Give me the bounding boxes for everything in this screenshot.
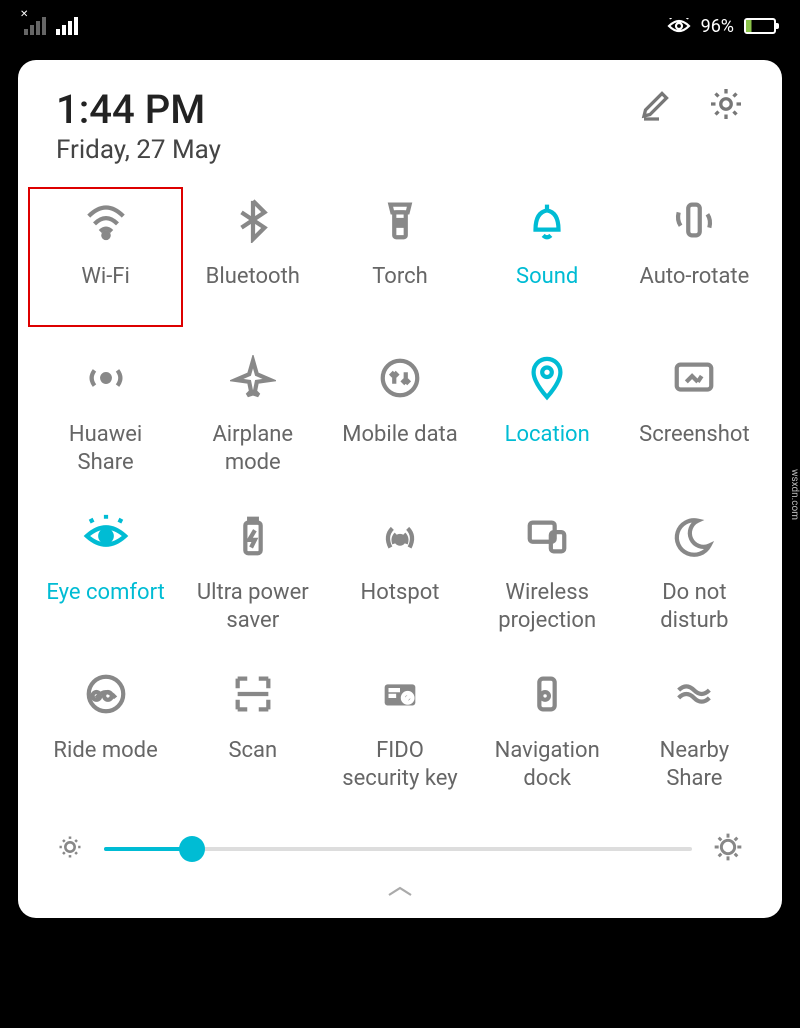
tile-screenshot[interactable]: Screenshot xyxy=(621,353,768,477)
status-bar: ✕ 96% xyxy=(0,0,800,52)
tile-moon[interactable]: Do not disturb xyxy=(621,511,768,635)
tile-fido[interactable]: FIDO security key xyxy=(326,669,473,793)
tile-label: Screenshot xyxy=(639,421,750,477)
tile-label: Navigation dock xyxy=(495,737,600,793)
brightness-row xyxy=(28,811,772,873)
navdock-icon xyxy=(522,669,572,719)
nearby-icon xyxy=(669,669,719,719)
tile-hotspot[interactable]: Hotspot xyxy=(326,511,473,635)
tile-label: Mobile data xyxy=(342,421,457,477)
clock-time: 1:44 PM xyxy=(56,86,221,133)
battery-saver-icon xyxy=(228,511,278,561)
tiles-grid: Wi-Fi Bluetooth Torch Sound Auto-rotate Huawe… xyxy=(28,183,772,811)
hotspot-icon xyxy=(375,511,425,561)
tile-label: Huawei Share xyxy=(69,421,142,477)
tile-label: FIDO security key xyxy=(342,737,457,793)
tile-label: Wireless projection xyxy=(498,579,596,635)
tile-label: Nearby Share xyxy=(660,737,729,793)
tile-label: Ultra power saver xyxy=(197,579,309,635)
tile-nearby[interactable]: Nearby Share xyxy=(621,669,768,793)
tile-bluetooth[interactable]: Bluetooth xyxy=(179,195,326,319)
eye-icon xyxy=(81,511,131,561)
panel-header: 1:44 PM Friday, 27 May xyxy=(28,86,772,183)
rotate-icon xyxy=(669,195,719,245)
tile-label: Sound xyxy=(516,263,578,319)
edit-button[interactable] xyxy=(638,86,674,126)
settings-button[interactable] xyxy=(708,86,744,126)
torch-icon xyxy=(375,195,425,245)
tile-label: Bluetooth xyxy=(206,263,300,319)
screenshot-icon xyxy=(669,353,719,403)
signal-sim2-icon xyxy=(56,17,78,35)
tile-mobile-data[interactable]: Mobile data xyxy=(326,353,473,477)
tile-label: Eye comfort xyxy=(46,579,164,635)
ride-icon xyxy=(81,669,131,719)
tile-share-radar[interactable]: Huawei Share xyxy=(32,353,179,477)
status-right: 96% xyxy=(667,16,776,37)
tile-label: Hotspot xyxy=(361,579,440,635)
tile-eye[interactable]: Eye comfort xyxy=(32,511,179,635)
airplane-icon xyxy=(228,353,278,403)
tile-label: Do not disturb xyxy=(660,579,728,635)
tile-battery-saver[interactable]: Ultra power saver xyxy=(179,511,326,635)
wifi-icon xyxy=(81,195,131,245)
tile-navdock[interactable]: Navigation dock xyxy=(474,669,621,793)
brightness-slider[interactable] xyxy=(104,847,692,851)
tile-label: Auto-rotate xyxy=(639,263,749,319)
status-left: ✕ xyxy=(24,17,78,35)
brightness-high-icon xyxy=(712,831,744,867)
tile-label: Wi-Fi xyxy=(81,263,129,319)
scan-icon xyxy=(228,669,278,719)
eye-comfort-status-icon xyxy=(667,18,691,34)
tile-wifi[interactable]: Wi-Fi xyxy=(28,187,183,327)
watermark: wsxdn.com xyxy=(789,469,800,520)
battery-icon xyxy=(744,18,776,34)
battery-percent: 96% xyxy=(701,16,734,37)
tile-rotate[interactable]: Auto-rotate xyxy=(621,195,768,319)
time-block[interactable]: 1:44 PM Friday, 27 May xyxy=(56,86,221,165)
projection-icon xyxy=(522,511,572,561)
location-icon xyxy=(522,353,572,403)
gear-icon xyxy=(708,86,744,122)
signal-sim1-icon: ✕ xyxy=(24,17,46,35)
fido-icon xyxy=(375,669,425,719)
tile-airplane[interactable]: Airplane mode xyxy=(179,353,326,477)
expand-handle[interactable] xyxy=(28,873,772,910)
share-radar-icon xyxy=(81,353,131,403)
bluetooth-icon xyxy=(228,195,278,245)
tile-label: Scan xyxy=(228,737,277,793)
brightness-low-icon xyxy=(56,833,84,865)
tile-location[interactable]: Location xyxy=(474,353,621,477)
bell-icon xyxy=(522,195,572,245)
mobile-data-icon xyxy=(375,353,425,403)
clock-date: Friday, 27 May xyxy=(56,135,221,165)
tile-label: Location xyxy=(505,421,590,477)
tile-ride[interactable]: Ride mode xyxy=(32,669,179,793)
pencil-icon xyxy=(638,86,674,122)
chevron-up-icon xyxy=(385,884,415,898)
tile-scan[interactable]: Scan xyxy=(179,669,326,793)
tile-projection[interactable]: Wireless projection xyxy=(474,511,621,635)
quick-settings-panel: 1:44 PM Friday, 27 May Wi-Fi Bluetooth Tor… xyxy=(18,60,782,918)
tile-label: Airplane mode xyxy=(212,421,293,477)
tile-bell[interactable]: Sound xyxy=(474,195,621,319)
moon-icon xyxy=(669,511,719,561)
tile-label: Torch xyxy=(372,263,428,319)
tile-label: Ride mode xyxy=(53,737,157,793)
tile-torch[interactable]: Torch xyxy=(326,195,473,319)
